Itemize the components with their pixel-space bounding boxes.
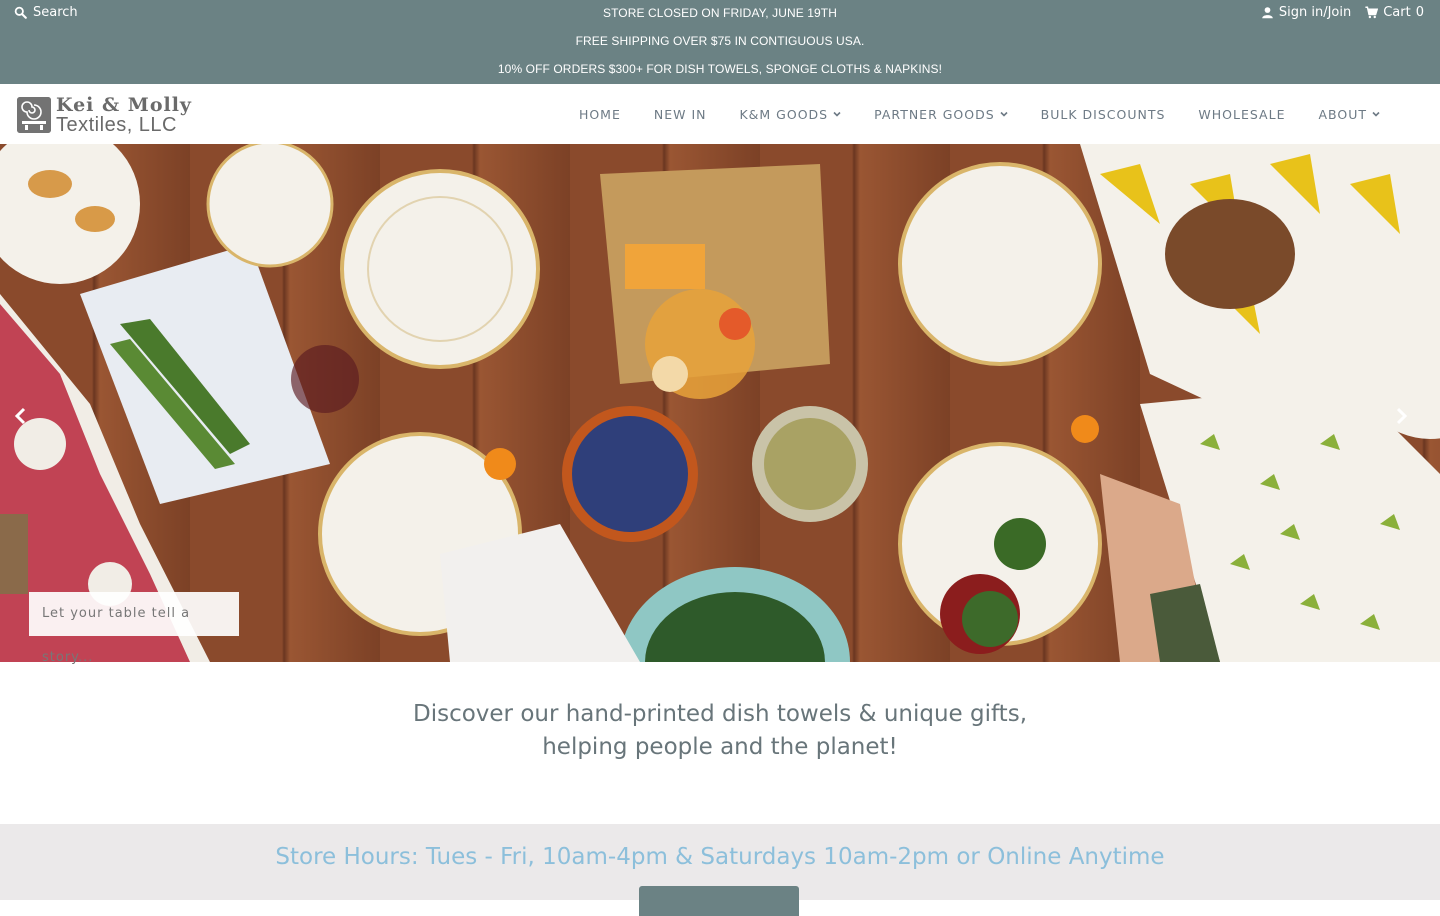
logo-text: Kei & Molly Textiles, LLC: [56, 95, 192, 135]
nav-bulk-discounts-label: BULK DISCOUNTS: [1040, 106, 1166, 122]
prev-slide-icon[interactable]: [10, 405, 32, 427]
logo[interactable]: Kei & Molly Textiles, LLC: [17, 95, 192, 135]
cart-count: 0: [1415, 5, 1424, 20]
store-hours-text: Store Hours: Tues - Fri, 10am-4pm & Satu…: [275, 844, 1165, 870]
chevron-down-icon: [833, 111, 841, 117]
intro-line-1: Discover our hand-printed dish towels & …: [412, 701, 1027, 727]
store-hours-section: Store Hours: Tues - Fri, 10am-4pm & Satu…: [0, 824, 1440, 916]
announcement-bar: STORE CLOSED ON FRIDAY, JUNE 19TH FREE S…: [0, 0, 1440, 84]
cart-link[interactable]: Cart 0: [1365, 5, 1424, 20]
next-slide-icon[interactable]: [1390, 405, 1412, 427]
logo-mark-icon: [17, 97, 51, 133]
nav-home-label: HOME: [578, 106, 621, 122]
cart-label: Cart: [1383, 5, 1411, 20]
sign-in-label: Sign in/Join: [1278, 5, 1352, 20]
nav-partner-goods[interactable]: PARTNER GOODS: [874, 107, 1008, 122]
nav-new-in-label: NEW IN: [653, 106, 707, 122]
nav-bulk-discounts[interactable]: BULK DISCOUNTS: [1041, 107, 1166, 122]
chevron-down-icon: [1000, 111, 1008, 117]
announcement-list: STORE CLOSED ON FRIDAY, JUNE 19TH FREE S…: [0, 0, 1440, 84]
hero-image: [0, 144, 1440, 662]
logo-line-2: Textiles, LLC: [56, 114, 177, 136]
cart-icon: [1365, 6, 1379, 19]
hero-slideshow[interactable]: [0, 144, 1440, 662]
chevron-down-icon: [1372, 111, 1380, 117]
announcement-1: STORE CLOSED ON FRIDAY, JUNE 19TH: [602, 6, 838, 20]
intro-text: Discover our hand-printed dish towels & …: [0, 698, 1440, 764]
nav-km-goods-label: K&M GOODS: [739, 106, 829, 122]
intro-line-2: helping people and the planet!: [542, 734, 898, 760]
announcement-3: 10% OFF ORDERS $300+ FOR DISH TOWELS, SP…: [497, 62, 943, 76]
main-nav: HOME NEW IN K&M GOODS PARTNER GOODS BULK…: [579, 84, 1380, 144]
hero-caption: Let your table tell a story...: [29, 592, 239, 665]
search-button[interactable]: Search: [14, 5, 78, 20]
announcement-2: FREE SHIPPING OVER $75 IN CONTIGUOUS USA…: [575, 34, 865, 48]
logo-line-1: Kei & Molly: [56, 94, 192, 116]
nav-partner-goods-label: PARTNER GOODS: [874, 106, 995, 122]
user-icon: [1262, 7, 1273, 19]
nav-about-label: ABOUT: [1318, 106, 1367, 122]
account-links: Sign in/Join Cart 0: [1261, 5, 1424, 20]
store-hours-button[interactable]: [639, 886, 799, 916]
search-icon: [14, 6, 27, 19]
nav-about[interactable]: ABOUT: [1318, 107, 1380, 122]
nav-wholesale[interactable]: WHOLESALE: [1198, 107, 1285, 122]
nav-wholesale-label: WHOLESALE: [1198, 106, 1286, 122]
site-header: Kei & Molly Textiles, LLC HOME NEW IN K&…: [0, 84, 1440, 144]
search-label: Search: [33, 5, 78, 20]
nav-km-goods[interactable]: K&M GOODS: [739, 107, 841, 122]
nav-new-in[interactable]: NEW IN: [654, 107, 707, 122]
sign-in-link[interactable]: Sign in/Join: [1261, 5, 1351, 20]
nav-home[interactable]: HOME: [579, 107, 621, 122]
